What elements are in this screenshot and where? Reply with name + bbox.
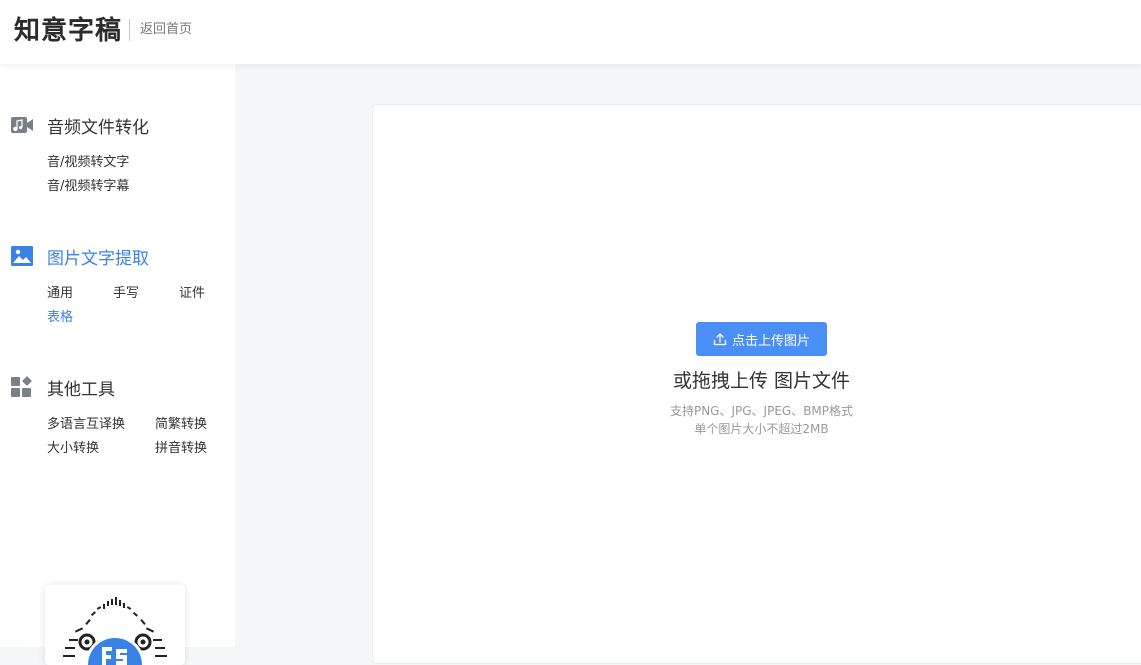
logo[interactable]: 知意字稿 xyxy=(14,14,122,48)
menu-item-case-convert[interactable]: 大小转换 xyxy=(47,440,99,458)
section-audio-conversion[interactable]: 音频文件转化 xyxy=(10,113,149,138)
menu-item-handwriting[interactable]: 手写 xyxy=(113,285,139,303)
section-title-label: 其他工具 xyxy=(47,379,115,400)
upload-icon xyxy=(713,333,727,346)
qr-code-card xyxy=(45,585,185,665)
menu-item-general[interactable]: 通用 xyxy=(47,285,73,303)
section-title-label: 音频文件转化 xyxy=(47,117,149,138)
section-other-tools[interactable]: 其他工具 xyxy=(10,375,115,400)
back-home-link[interactable]: 返回首页 xyxy=(140,21,192,39)
menu-item-av-to-text[interactable]: 音/视频转文字 xyxy=(47,154,129,172)
section-image-text-extraction[interactable]: 图片文字提取 xyxy=(10,244,149,269)
menu-item-translate[interactable]: 多语言互译换 xyxy=(47,416,125,434)
upload-button-label: 点击上传图片 xyxy=(731,333,810,349)
main-content: 点击上传图片 或拖拽上传 图片文件 支持PNG、JPG、JPEG、BMP格式 单… xyxy=(235,64,1141,664)
supported-formats-hint: 支持PNG、JPG、JPEG、BMP格式 xyxy=(669,404,854,418)
menu-item-pinyin-convert[interactable]: 拼音转换 xyxy=(155,440,207,458)
drag-upload-text: 或拖拽上传 图片文件 xyxy=(672,370,851,392)
header-divider xyxy=(129,19,130,41)
video-music-icon xyxy=(11,117,33,133)
header: 知意字稿 返回首页 xyxy=(0,0,1141,64)
upload-image-button[interactable]: 点击上传图片 xyxy=(696,322,827,356)
qr-code-image xyxy=(63,597,167,665)
menu-item-traditional-simplified[interactable]: 简繁转换 xyxy=(155,416,207,434)
menu-item-table[interactable]: 表格 xyxy=(47,309,73,327)
sidebar: 音频文件转化 音/视频转文字 音/视频转字幕 图片文字提取 通用 手写 证件 表… xyxy=(0,64,235,665)
image-icon xyxy=(11,246,33,266)
menu-item-av-to-subtitle[interactable]: 音/视频转字幕 xyxy=(47,178,129,196)
apps-grid-icon xyxy=(11,376,32,397)
upload-drop-zone[interactable]: 点击上传图片 或拖拽上传 图片文件 支持PNG、JPG、JPEG、BMP格式 单… xyxy=(372,104,1141,664)
file-size-hint: 单个图片大小不超过2MB xyxy=(694,422,829,436)
section-title-label: 图片文字提取 xyxy=(47,248,149,269)
menu-item-id-document[interactable]: 证件 xyxy=(179,285,205,303)
